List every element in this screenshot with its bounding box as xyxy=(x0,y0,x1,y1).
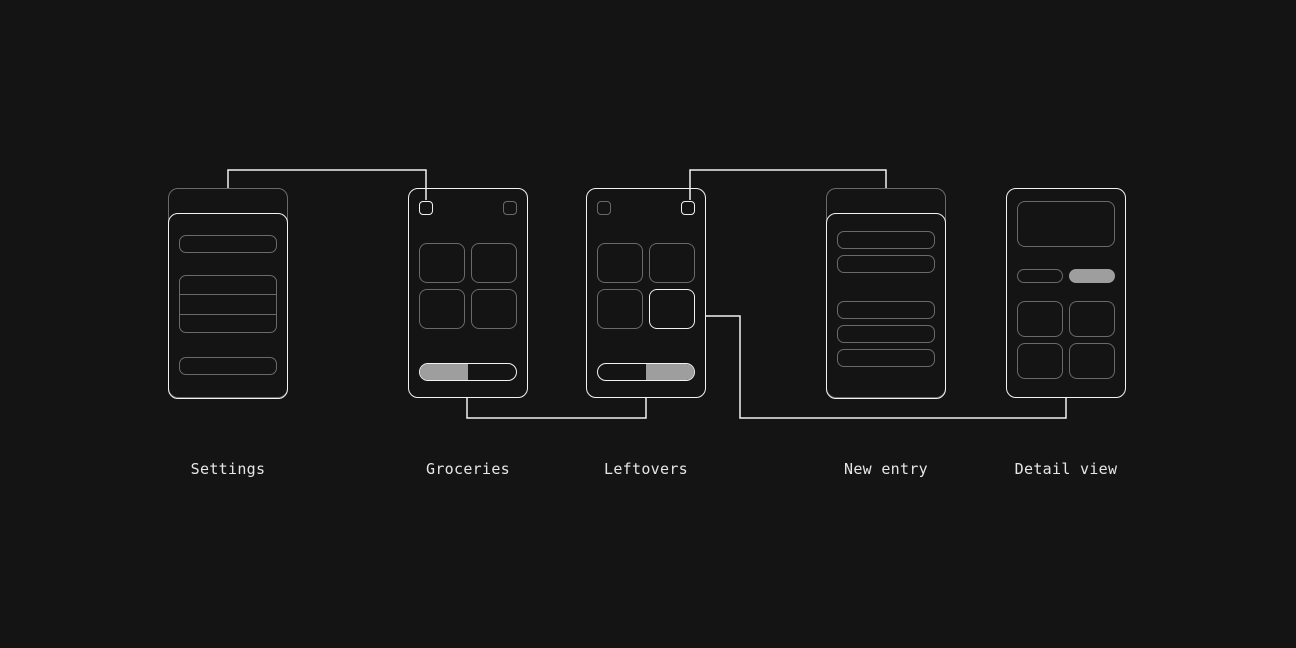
form-row xyxy=(837,349,935,367)
detail-tile xyxy=(1017,343,1063,379)
settings-row xyxy=(179,357,277,375)
detail-chip xyxy=(1017,269,1063,283)
screen-leftovers xyxy=(586,188,706,398)
form-row xyxy=(837,231,935,249)
grocery-tile xyxy=(419,289,465,329)
settings-group-divider xyxy=(179,314,277,315)
grocery-tile xyxy=(471,289,517,329)
label-detail-view: Detail view xyxy=(966,460,1166,478)
detail-tile xyxy=(1017,301,1063,337)
add-icon xyxy=(503,201,517,215)
tab-segmented-control xyxy=(419,363,517,381)
tab-groceries-active xyxy=(420,364,468,380)
label-settings: Settings xyxy=(128,460,328,478)
tab-leftovers xyxy=(468,364,516,380)
settings-group-divider xyxy=(179,294,277,295)
settings-icon xyxy=(597,201,611,215)
screen-detail-view xyxy=(1006,188,1126,398)
grocery-tile xyxy=(419,243,465,283)
leftover-tile xyxy=(597,289,643,329)
form-row xyxy=(837,301,935,319)
leftover-tile-selected xyxy=(649,289,695,329)
screen-new-entry xyxy=(826,188,946,398)
form-row xyxy=(837,255,935,273)
detail-tile xyxy=(1069,343,1115,379)
label-leftovers: Leftovers xyxy=(546,460,746,478)
leftover-tile xyxy=(649,243,695,283)
add-icon xyxy=(681,201,695,215)
tab-leftovers-active xyxy=(646,364,694,380)
screen-settings xyxy=(168,188,288,398)
screen-groceries xyxy=(408,188,528,398)
detail-hero xyxy=(1017,201,1115,247)
form-row xyxy=(837,325,935,343)
tab-segmented-control xyxy=(597,363,695,381)
settings-group xyxy=(179,275,277,333)
label-groceries: Groceries xyxy=(368,460,568,478)
settings-row xyxy=(179,235,277,253)
settings-icon xyxy=(419,201,433,215)
tab-groceries xyxy=(598,364,646,380)
detail-tile xyxy=(1069,301,1115,337)
label-new-entry: New entry xyxy=(786,460,986,478)
wireframe-flow-diagram: Settings Groceries Leftovers New entry D… xyxy=(0,0,1296,648)
grocery-tile xyxy=(471,243,517,283)
leftover-tile xyxy=(597,243,643,283)
detail-chip-active xyxy=(1069,269,1115,283)
